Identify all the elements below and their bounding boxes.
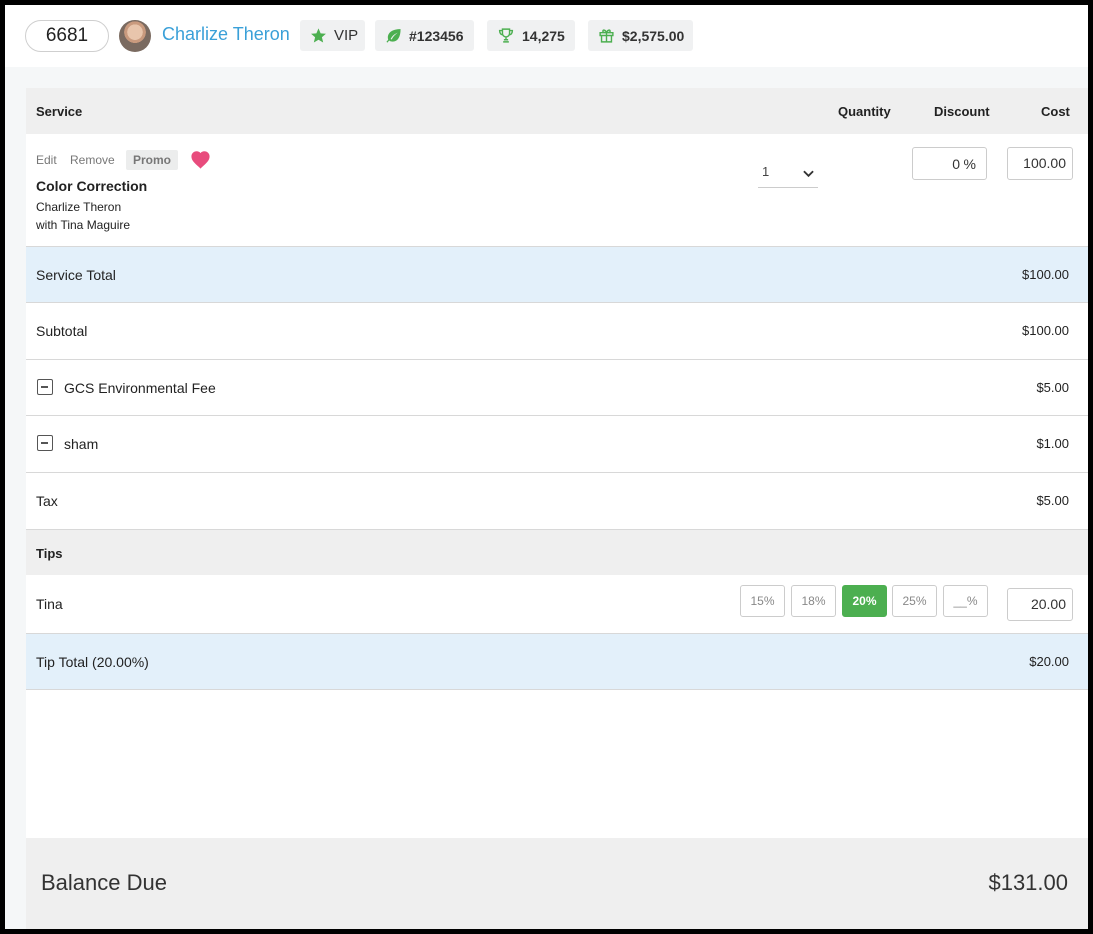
- tip-18-button[interactable]: 18%: [791, 585, 836, 617]
- fee-row: sham $1.00: [26, 415, 1088, 472]
- tip-staff-name: Tina: [36, 596, 63, 612]
- service-total-row: Service Total $100.00: [26, 246, 1088, 303]
- client-name-link[interactable]: Charlize Theron: [162, 24, 290, 45]
- leaf-icon: [385, 28, 402, 43]
- gift-icon: [598, 27, 615, 44]
- checkout-panel: Service Quantity Discount Cost Edit Remo…: [26, 88, 1088, 929]
- discount-column-header: Discount: [934, 104, 990, 119]
- table-header: Service Quantity Discount Cost: [26, 88, 1088, 134]
- checkout-window: 6681 Charlize Theron VIP #123456 14,275: [5, 5, 1088, 929]
- discount-input[interactable]: 0 %: [912, 147, 987, 180]
- tip-row: Tina 15% 18% 20% 25% __% 20.00: [26, 575, 1088, 633]
- tax-amount: $5.00: [1036, 493, 1069, 508]
- fee-amount: $1.00: [1036, 436, 1069, 451]
- tip-amount-input[interactable]: 20.00: [1007, 588, 1073, 621]
- quantity-value: 1: [762, 164, 770, 179]
- gift-balance-badge: $2,575.00: [588, 20, 693, 51]
- remove-link[interactable]: Remove: [70, 153, 115, 167]
- balance-due-bar: Balance Due $131.00: [26, 838, 1088, 929]
- fee-amount: $5.00: [1036, 380, 1069, 395]
- tip-total-row: Tip Total (20.00%) $20.00: [26, 633, 1088, 690]
- remove-fee-icon[interactable]: [37, 379, 53, 395]
- fee-row: GCS Environmental Fee $5.00: [26, 359, 1088, 416]
- fee-label: GCS Environmental Fee: [64, 380, 216, 396]
- subtotal-label: Subtotal: [36, 323, 88, 339]
- trophy-icon: [497, 27, 515, 44]
- balance-due-label: Balance Due: [41, 870, 167, 895]
- member-id-label: #123456: [409, 27, 464, 44]
- tax-label: Tax: [36, 493, 58, 509]
- tip-25-button[interactable]: 25%: [892, 585, 937, 617]
- quantity-column-header: Quantity: [838, 104, 891, 119]
- points-badge: 14,275: [487, 20, 575, 51]
- subtotal-amount: $100.00: [1022, 323, 1069, 338]
- tip-custom-button[interactable]: __%: [943, 585, 988, 617]
- cost-input[interactable]: 100.00: [1007, 147, 1073, 180]
- heart-icon[interactable]: [190, 150, 211, 174]
- fee-label: sham: [64, 436, 99, 452]
- tip-total-amount: $20.00: [1029, 654, 1069, 669]
- gift-balance-label: $2,575.00: [622, 27, 685, 44]
- discount-unit: %: [963, 156, 976, 172]
- tip-15-button[interactable]: 15%: [740, 585, 785, 617]
- tips-header: Tips: [26, 529, 1088, 575]
- service-line-item: Edit Remove Promo Color Correction Charl…: [26, 134, 1088, 246]
- vip-label: VIP: [334, 27, 359, 44]
- ticket-number[interactable]: 6681: [25, 20, 109, 52]
- vip-badge: VIP: [300, 20, 365, 51]
- tax-row: Tax $5.00: [26, 472, 1088, 529]
- service-column-header: Service: [36, 104, 83, 119]
- remove-fee-icon[interactable]: [37, 435, 53, 451]
- cost-column-header: Cost: [1041, 104, 1070, 119]
- service-total-label: Service Total: [36, 267, 116, 283]
- quantity-select[interactable]: 1: [758, 154, 818, 188]
- service-name: Color Correction: [36, 178, 148, 194]
- discount-value: 0: [952, 156, 960, 172]
- edit-link[interactable]: Edit: [36, 153, 57, 167]
- client-header: 6681 Charlize Theron VIP #123456 14,275: [5, 5, 1088, 67]
- tips-heading: Tips: [36, 546, 63, 561]
- promo-button[interactable]: Promo: [126, 150, 178, 170]
- chevron-down-icon: [803, 166, 814, 181]
- balance-due-amount: $131.00: [988, 870, 1068, 895]
- client-avatar[interactable]: [119, 20, 151, 52]
- member-id-badge: #123456: [375, 20, 474, 51]
- tip-20-button[interactable]: 20%: [842, 585, 887, 617]
- tip-total-label: Tip Total (20.00%): [36, 654, 149, 670]
- points-label: 14,275: [522, 27, 565, 44]
- star-icon: [310, 27, 327, 44]
- subtotal-row: Subtotal $100.00: [26, 302, 1088, 359]
- service-provider: with Tina Maguire: [36, 218, 131, 232]
- service-client: Charlize Theron: [36, 200, 122, 214]
- service-total-amount: $100.00: [1022, 267, 1069, 282]
